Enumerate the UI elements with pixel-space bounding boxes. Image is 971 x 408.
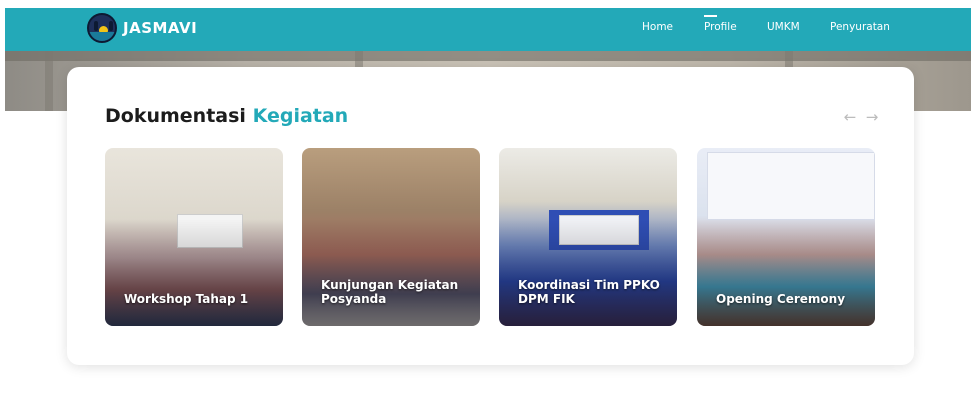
slide-caption: Workshop Tahap 1 (124, 292, 249, 306)
section-title-accent: Kegiatan (252, 105, 349, 127)
arrow-right-icon[interactable]: → (865, 110, 879, 125)
slide-opening[interactable]: Opening Ceremony (697, 148, 875, 326)
slide-posyanda[interactable]: Kunjungan Kegiatan Posyanda (302, 148, 480, 326)
slide-caption: Opening Ceremony (716, 292, 846, 306)
nav-link-profile[interactable]: Profile (704, 15, 737, 33)
nav-link-umkm[interactable]: UMKM (767, 21, 800, 33)
carousel-controls: ← → (843, 110, 879, 125)
section-title-main: Dokumentasi (105, 105, 246, 127)
slide-koordinasi[interactable]: Koordinasi Tim PPKO DPM FIK (499, 148, 677, 326)
nav-link-penyuratan[interactable]: Penyuratan (830, 21, 890, 33)
carousel: Workshop Tahap 1 Kunjungan Kegiatan Posy… (105, 148, 875, 326)
nav-links: Home Profile UMKM Penyuratan (5, 8, 971, 51)
navbar: JASMAVI Home Profile UMKM Penyuratan (5, 8, 971, 51)
slide-caption: Kunjungan Kegiatan Posyanda (321, 278, 459, 306)
documentation-card: Dokumentasi Kegiatan ← → Workshop Tahap … (67, 67, 914, 365)
slide-workshop[interactable]: Workshop Tahap 1 (105, 148, 283, 326)
nav-link-home[interactable]: Home (642, 21, 673, 33)
section-title: Dokumentasi Kegiatan (105, 105, 348, 127)
page: JASMAVI Home Profile UMKM Penyuratan Dok… (0, 0, 971, 408)
slide-caption: Koordinasi Tim PPKO DPM FIK (518, 278, 660, 306)
arrow-left-icon[interactable]: ← (843, 110, 857, 125)
